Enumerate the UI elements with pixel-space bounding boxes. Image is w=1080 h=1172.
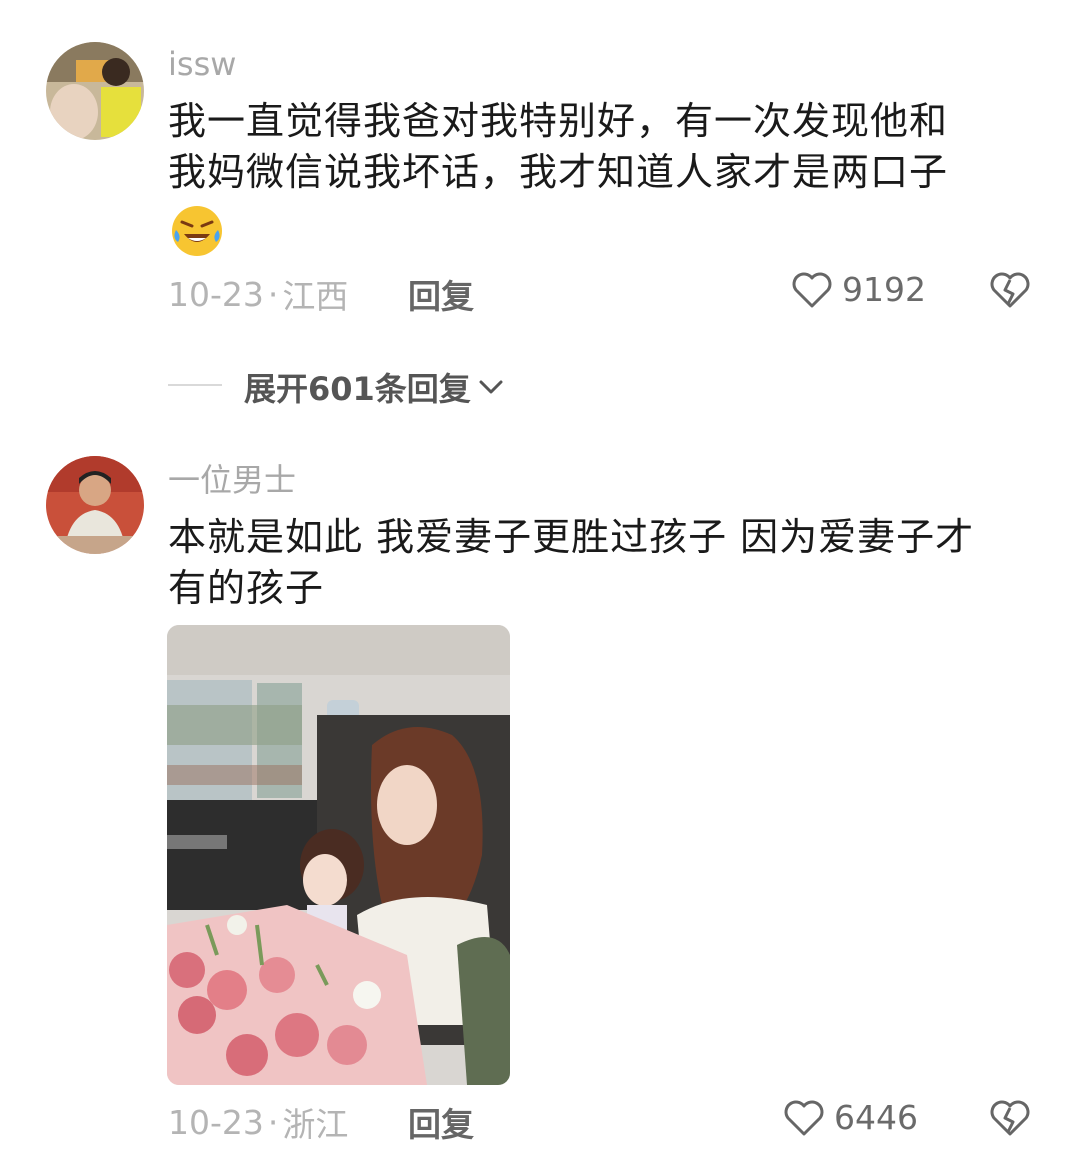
comment-location: 江西	[282, 277, 349, 316]
comment-text-line: 我妈微信说我坏话，我才知道人家才是两口子	[168, 150, 949, 194]
comment-text: 本就是如此 我爱妻子更胜过孩子 因为爱妻子才 有的孩子	[168, 512, 1028, 614]
chevron-down-icon	[477, 373, 505, 401]
expand-replies-button[interactable]: 展开601条回复	[244, 364, 505, 410]
like-count: 9192	[842, 270, 926, 309]
comment-username[interactable]: issw	[168, 44, 236, 84]
comment-date: 10-23	[168, 1102, 264, 1142]
avatar[interactable]	[46, 456, 144, 554]
heart-outline-icon[interactable]	[782, 1096, 826, 1140]
broken-heart-icon[interactable]	[988, 1096, 1032, 1140]
comment-username[interactable]: 一位男士	[168, 460, 296, 500]
meta-separator: ·	[267, 1102, 279, 1142]
expand-divider	[168, 384, 222, 386]
heart-outline-icon[interactable]	[790, 268, 834, 312]
broken-heart-icon[interactable]	[988, 268, 1032, 312]
comment-text: 我一直觉得我爸对我特别好，有一次发现他和 我妈微信说我坏话，我才知道人家才是两口…	[168, 96, 1028, 198]
meta-separator: ·	[267, 274, 279, 314]
comment-text-line: 本就是如此 我爱妻子更胜过孩子 因为爱妻子才	[168, 515, 975, 559]
reply-button[interactable]: 回复	[408, 1098, 474, 1146]
comment-text-line: 有的孩子	[168, 566, 325, 610]
comment-location: 浙江	[282, 1105, 349, 1144]
comment-meta: 10-23 · 浙江	[168, 1098, 348, 1146]
reply-button[interactable]: 回复	[408, 270, 474, 318]
comment-text-line: 我一直觉得我爸对我特别好，有一次发现他和	[168, 99, 949, 143]
comment-date: 10-23	[168, 274, 264, 314]
like-count: 6446	[834, 1098, 918, 1137]
comment-meta: 10-23 · 江西	[168, 270, 348, 318]
rofl-emoji-icon	[170, 204, 224, 258]
avatar[interactable]	[46, 42, 144, 140]
expand-replies-label[interactable]: 展开601条回复	[244, 364, 471, 410]
comment-photo[interactable]	[167, 625, 510, 1085]
